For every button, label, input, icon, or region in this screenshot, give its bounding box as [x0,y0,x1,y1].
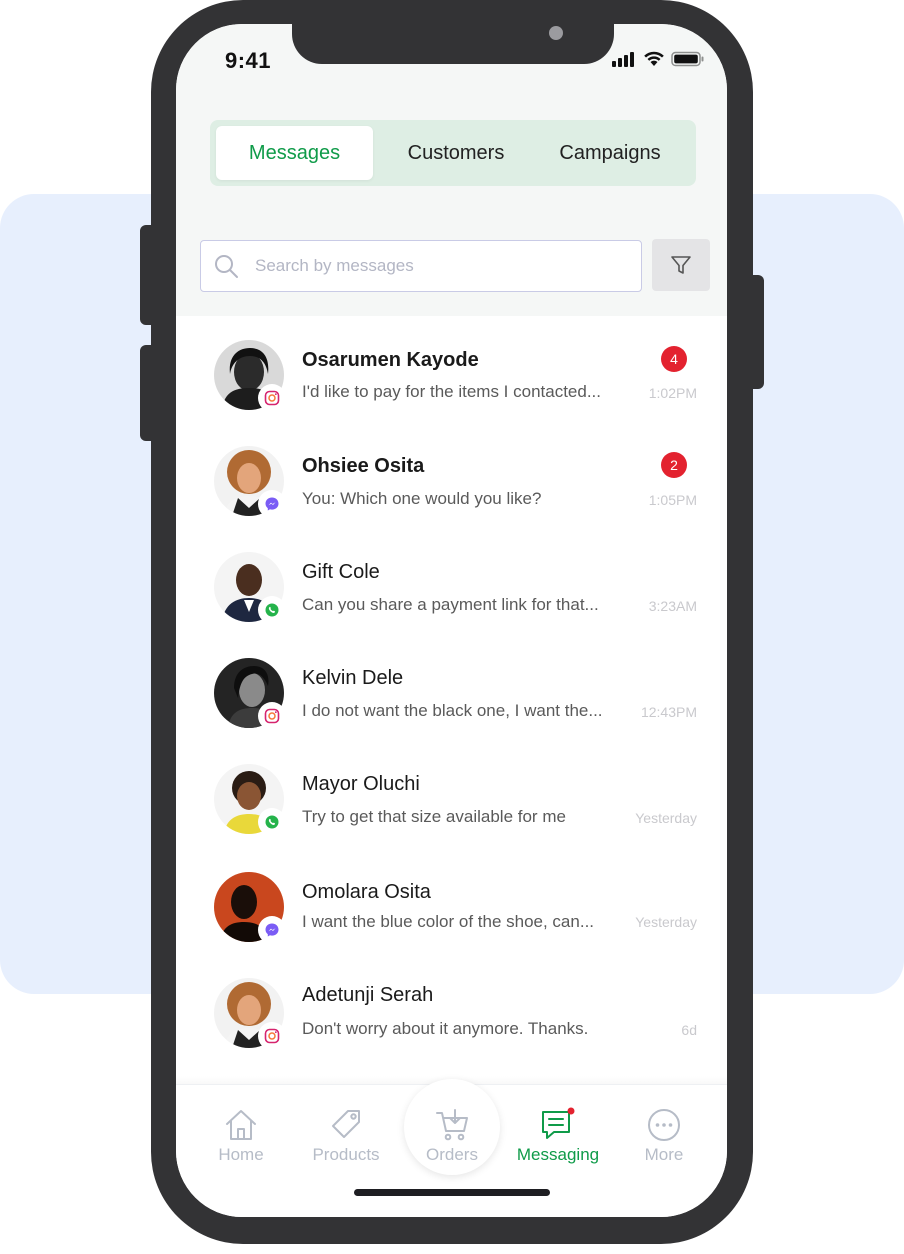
message-time: 1:05PM [648,492,697,508]
battery-icon [671,51,704,67]
camera-icon [549,26,563,40]
nav-orders-label: Orders [426,1145,478,1164]
tab-messages[interactable]: Messages [216,126,373,180]
message-time: Yesterday [635,810,697,826]
message-time: 1:02PM [648,385,697,401]
wifi-icon [644,51,664,66]
contact-name: Gift Cole [302,561,380,583]
unread-count-badge: 2 [661,452,687,478]
message-preview: Can you share a payment link for that... [302,595,599,614]
instagram-icon [260,386,284,410]
conversation-row[interactable]: Adetunji Serah Don't worry about it anym… [176,978,727,1078]
filter-icon [671,256,691,274]
tab-campaigns[interactable]: Campaigns [534,126,686,180]
cart-icon [436,1109,468,1141]
search-input[interactable] [255,253,625,279]
search-box [200,240,642,292]
notch [292,24,614,64]
nav-orders[interactable]: Orders [407,1107,497,1165]
conversation-row[interactable]: Kelvin Dele I do not want the black one,… [176,658,727,758]
nav-products[interactable]: Products [301,1107,391,1165]
contact-name: Adetunji Serah [302,984,434,1006]
tab-customers[interactable]: Customers [380,126,532,180]
contact-name: Mayor Oluchi [302,773,420,795]
status-time: 9:41 [225,48,272,73]
nav-home[interactable]: Home [196,1107,286,1165]
nav-home-label: Home [218,1145,264,1164]
contact-name: Osarumen Kayode [302,349,479,371]
messenger-icon [260,492,284,516]
conversation-row[interactable]: Osarumen Kayode I'd like to pay for the … [176,340,727,440]
message-preview: I'd like to pay for the items I contacte… [302,382,602,401]
more-icon [648,1109,680,1141]
whatsapp-icon [260,598,284,622]
bottom-nav: Home Products Orders Messaging More [176,1079,727,1217]
status-icons [611,51,705,67]
search-icon [215,255,238,278]
conversation-row[interactable]: Ohsiee Osita You: Which one would you li… [176,446,727,546]
conversation-row[interactable]: Omolara Osita I want the blue color of t… [176,872,727,972]
nav-messaging-label: Messaging [516,1145,600,1164]
instagram-icon [260,704,284,728]
message-icon [542,1107,575,1139]
instagram-icon [260,1024,284,1048]
conversation-row[interactable]: Mayor Oluchi Try to get that size availa… [176,764,727,864]
phone-screen: 9:41 Messages Customers Campaigns Search… [176,24,727,1217]
contact-name: Kelvin Dele [302,667,404,689]
nav-more-label: More [644,1145,684,1164]
unread-count-badge: 4 [661,346,687,372]
message-preview: You: Which one would you like? [302,489,542,508]
message-preview: I do not want the black one, I want the.… [302,701,603,720]
message-preview: Try to get that size available for me [302,807,566,826]
signal-icon [612,52,634,67]
home-indicator [354,1189,550,1196]
message-time: 6d [681,1022,697,1038]
message-preview: I want the blue color of the shoe, can..… [302,912,595,931]
tab-bar: Messages Customers Campaigns [210,120,696,186]
conversation-row[interactable]: Gift Cole Can you share a payment link f… [176,552,727,652]
tag-icon [332,1110,360,1138]
message-time: Yesterday [635,914,697,930]
whatsapp-icon [260,810,284,834]
filter-button[interactable] [652,239,710,291]
messenger-icon [260,918,284,942]
message-preview: Don't worry about it anymore. Thanks. [302,1019,589,1038]
contact-name: Ohsiee Osita [302,455,425,477]
contact-name: Omolara Osita [302,881,431,903]
message-time: 3:23AM [648,598,697,614]
home-icon [226,1110,256,1140]
nav-products-label: Products [312,1145,380,1164]
nav-more[interactable]: More [619,1107,709,1165]
nav-messaging[interactable]: Messaging [513,1107,603,1165]
message-time: 12:43PM [640,704,697,720]
